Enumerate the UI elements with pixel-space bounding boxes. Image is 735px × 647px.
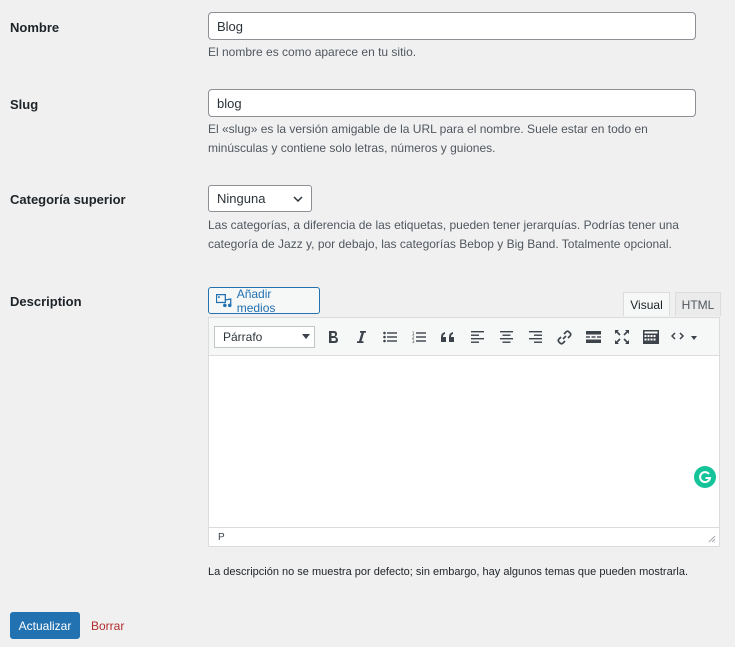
add-media-label: Añadir medios xyxy=(236,286,276,315)
parent-help: Las categorías, a diferencia de las etiq… xyxy=(208,216,708,254)
svg-text:3: 3 xyxy=(412,339,415,343)
parent-select-value: Ninguna xyxy=(217,191,266,206)
tab-html[interactable]: HTML xyxy=(675,292,721,316)
slug-label: Slug xyxy=(10,97,39,112)
parent-label: Categoría superior xyxy=(10,192,126,207)
slug-help-line: El «slug» es la versión amigable de la U… xyxy=(208,122,648,136)
description-help: La descripción no se muestra por defecto… xyxy=(208,566,688,578)
add-media-button[interactable]: Añadir medios xyxy=(208,286,320,315)
parent-select[interactable]: Ninguna xyxy=(208,185,312,212)
link-icon[interactable] xyxy=(554,328,574,346)
code-icon[interactable] xyxy=(670,328,700,346)
editor-statusbar: P xyxy=(209,527,719,546)
editor-toolbar: Párrafo 123 xyxy=(209,318,719,356)
blockquote-icon[interactable] xyxy=(438,328,458,346)
tab-visual[interactable]: Visual xyxy=(623,292,670,316)
italic-icon[interactable] xyxy=(351,328,371,346)
slug-help-line: minúsculas y contiene solo letras, númer… xyxy=(208,141,496,155)
align-center-icon[interactable] xyxy=(496,328,516,346)
toolbar-toggle-icon[interactable] xyxy=(641,328,661,346)
format-select[interactable]: Párrafo xyxy=(214,326,315,348)
caret-down-icon xyxy=(302,334,310,339)
fullscreen-icon[interactable] xyxy=(612,328,632,346)
name-label: Nombre xyxy=(10,20,60,35)
format-select-value: Párrafo xyxy=(223,330,263,344)
align-left-icon[interactable] xyxy=(467,328,487,346)
slug-input[interactable] xyxy=(208,89,696,117)
element-path[interactable]: P xyxy=(218,532,225,543)
description-label: Description xyxy=(10,294,82,309)
grammarly-icon[interactable] xyxy=(694,466,716,488)
bulleted-list-icon[interactable] xyxy=(380,328,400,346)
align-right-icon[interactable] xyxy=(525,328,545,346)
update-button[interactable]: Actualizar xyxy=(10,612,80,639)
delete-link[interactable]: Borrar xyxy=(91,619,124,633)
editor-content-area[interactable] xyxy=(209,356,719,527)
bold-icon[interactable] xyxy=(323,328,343,346)
parent-help-line: categoría de Jazz y, por debajo, las cat… xyxy=(208,237,672,251)
description-editor: Párrafo 123 P xyxy=(208,317,720,547)
name-help: El nombre es como aparece en tu sitio. xyxy=(208,45,417,59)
add-media-icon xyxy=(216,293,232,307)
resize-grip-icon[interactable] xyxy=(708,535,716,543)
read-more-icon[interactable] xyxy=(583,328,603,346)
numbered-list-icon[interactable]: 123 xyxy=(409,328,429,346)
name-input[interactable] xyxy=(208,12,696,40)
parent-help-line: Las categorías, a diferencia de las etiq… xyxy=(208,218,679,232)
slug-help: El «slug» es la versión amigable de la U… xyxy=(208,120,708,158)
chevron-down-icon xyxy=(293,195,303,202)
